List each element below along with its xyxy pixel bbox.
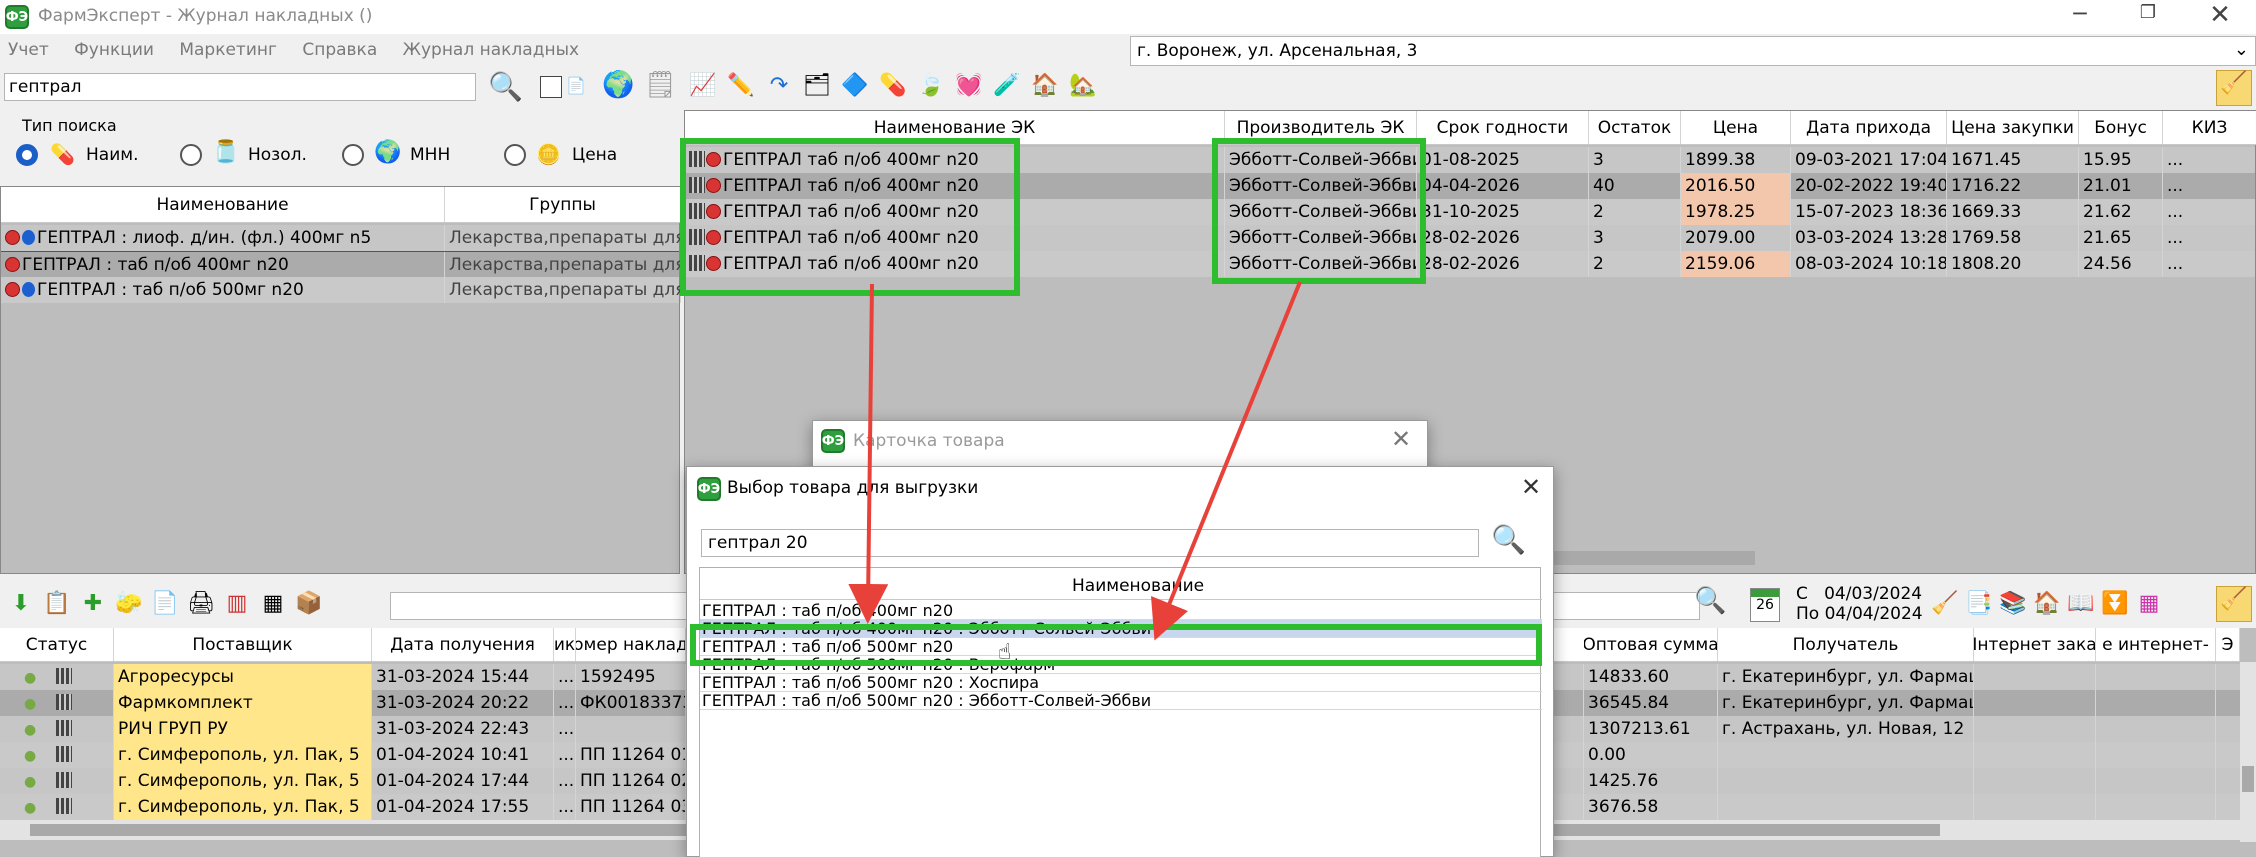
- arrow-to-choice-name: [848, 283, 889, 624]
- arrow-to-choice-maker: [1150, 281, 1302, 641]
- annotation-arrows: [848, 281, 1302, 641]
- mouse-cursor-icon: ☝: [998, 640, 1012, 665]
